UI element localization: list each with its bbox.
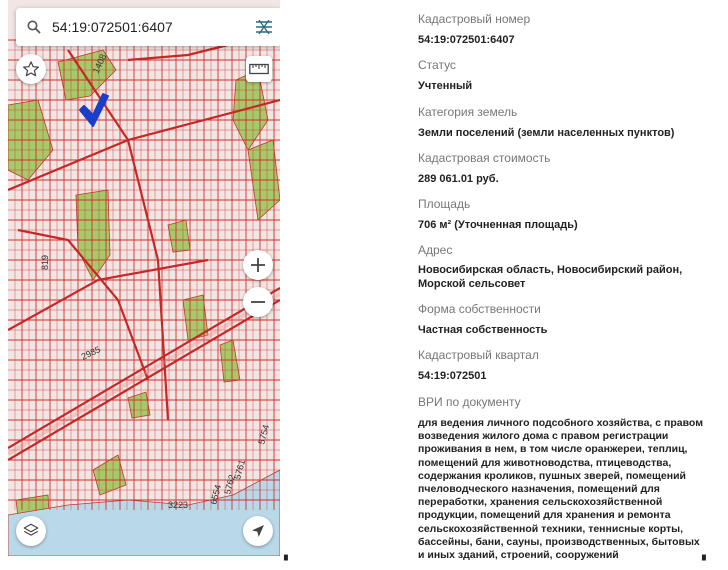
layers-filter-icon[interactable]	[246, 8, 280, 46]
cadastral-map[interactable]: 1408 819 2985 3223 5761 5762 6554 5754	[8, 0, 280, 556]
address-line: Новосибирская область, Новосибирский рай…	[418, 264, 683, 276]
land-category-label: Категория земель	[418, 105, 518, 119]
permitted-use-line: возведения жилого дома с правом регистра…	[418, 430, 669, 443]
star-icon	[23, 61, 39, 77]
cadastral-value-value: 289 061.01 руб.	[418, 173, 499, 185]
permitted-use-line: переработки, хранения сельскохозяйственн…	[418, 496, 663, 509]
ruler-icon	[249, 63, 269, 75]
map-label-lot-left: 819	[40, 255, 50, 270]
field-cadastral-number: Кадастровый номер 54:19:072501:6407	[418, 12, 722, 47]
parcel-info-panel: Кадастровый номер 54:19:072501:6407 Стат…	[418, 0, 722, 562]
permitted-use-line: содержания кроликов, пушных зверей, поме…	[418, 469, 687, 482]
address-value: Новосибирская область, Новосибирский рай…	[418, 263, 722, 291]
field-cadastral-value: Кадастровая стоимость 289 061.01 руб.	[418, 151, 722, 186]
cadastral-quarter-label: Кадастровый квартал	[418, 348, 539, 362]
field-status: Статус Учтенный	[418, 58, 722, 93]
locate-me-button[interactable]	[243, 516, 273, 546]
zoom-out-button[interactable]	[243, 287, 273, 317]
cadastral-value-label: Кадастровая стоимость	[418, 151, 551, 165]
permitted-use-label: ВРИ по документу	[418, 395, 521, 409]
favorite-button[interactable]	[16, 54, 46, 84]
cadastral-search-input[interactable]	[52, 12, 246, 42]
permitted-use-line: продукции, помещений для хранения и ремо…	[418, 509, 671, 522]
permitted-use-line: для ведения личного подсобного хозяйства…	[418, 417, 703, 429]
map-canvas[interactable]: 1408 819 2985 3223 5761 5762 6554 5754	[8, 0, 280, 556]
crop-corner-mark-left: ▗	[280, 550, 288, 561]
permitted-use-line: проживания в нем, в том числе оранжереи,…	[418, 443, 688, 456]
status-value: Учтенный	[418, 80, 473, 92]
ruler-button[interactable]	[246, 56, 272, 82]
search-icon[interactable]	[16, 8, 52, 46]
ownership-value: Частная собственность	[418, 324, 548, 336]
status-label: Статус	[418, 58, 456, 72]
permitted-use-value: для ведения личного подсобного хозяйства…	[418, 417, 722, 562]
minus-icon	[251, 301, 265, 303]
land-category-value: Земли поселений (земли населенных пункто…	[418, 127, 675, 139]
field-cadastral-quarter: Кадастровый квартал 54:19:072501	[418, 348, 722, 383]
layers-button[interactable]	[16, 516, 46, 546]
layers-icon	[23, 523, 39, 536]
navigation-arrow-icon	[252, 525, 264, 537]
plus-icon	[251, 258, 265, 272]
field-land-category: Категория земель Земли поселений (земли …	[418, 105, 722, 140]
field-area: Площадь 706 м² (Уточненная площадь)	[418, 197, 722, 232]
area-label: Площадь	[418, 197, 471, 211]
cadastral-number-label: Кадастровый номер	[418, 12, 531, 26]
permitted-use-line: бассейны, бани, сауны, производственных,…	[418, 535, 700, 548]
permitted-use-line: и иных зданий, строений, сооружений	[418, 549, 619, 562]
cadastral-number-value: 54:19:072501:6407	[418, 34, 515, 46]
cadastral-search-bar[interactable]	[16, 8, 280, 46]
address-label: Адрес	[418, 243, 453, 257]
ownership-label: Форма собственности	[418, 302, 541, 316]
field-permitted-use: ВРИ по документу для ведения личного под…	[418, 395, 722, 562]
permitted-use-line: помещений для животноводства, птицеводст…	[418, 456, 672, 469]
field-address: Адрес Новосибирская область, Новосибирск…	[418, 243, 722, 291]
zoom-in-button[interactable]	[243, 250, 273, 280]
area-value: 706 м² (Уточненная площадь)	[418, 219, 578, 231]
address-line: Морской сельсовет	[418, 278, 526, 290]
crop-corner-mark-right: ▖	[702, 550, 710, 561]
field-ownership: Форма собственности Частная собственност…	[418, 302, 722, 337]
permitted-use-line: пчеловодческого назначения, помещений дл…	[418, 483, 660, 496]
cadastral-quarter-value: 54:19:072501	[418, 370, 487, 382]
permitted-use-line: сельскохозяйственной техники, теннисные …	[418, 522, 684, 535]
map-label-lot-bottom: 3223	[168, 500, 188, 510]
